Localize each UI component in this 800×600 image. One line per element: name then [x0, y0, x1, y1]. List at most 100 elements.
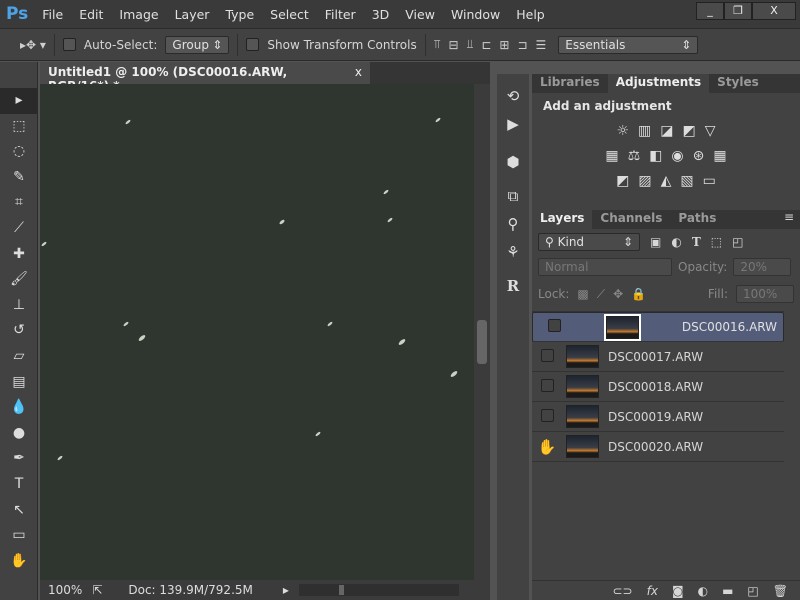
align-bottom-icon[interactable]: ⫫ — [467, 37, 474, 52]
new-adjustment-icon[interactable]: ◐ — [698, 584, 708, 598]
threshold-icon[interactable]: ◭ — [661, 173, 672, 189]
layer-name[interactable]: DSC00019.ARW — [608, 410, 703, 424]
3d-icon[interactable]: ⬢ — [497, 148, 529, 176]
tab-libraries[interactable]: Libraries — [532, 74, 608, 93]
close-window-button[interactable]: X — [752, 2, 796, 20]
layer-name[interactable]: DSC00020.ARW — [608, 440, 703, 454]
photo-filter-icon[interactable]: ◉ — [671, 148, 683, 164]
lock-image-icon[interactable]: ⟋ — [597, 287, 605, 302]
menu-help[interactable]: Help — [516, 7, 545, 22]
layer-style-fx-icon[interactable]: fx — [647, 584, 658, 598]
layer-row[interactable]: DSC00017.ARW — [532, 342, 784, 372]
fill-field[interactable]: 100% — [736, 285, 794, 303]
layer-name[interactable]: DSC00018.ARW — [608, 380, 703, 394]
lock-transparent-icon[interactable]: ▩ — [577, 287, 588, 301]
document-tab[interactable]: Untitled1 @ 100% (DSC00016.ARW, RGB/16*)… — [40, 62, 370, 93]
visibility-toggle[interactable] — [532, 378, 562, 395]
filter-kind-dropdown[interactable]: ⚲ Kind ⇕ — [538, 233, 640, 251]
levels-icon[interactable]: ▥ — [638, 123, 651, 139]
menu-type[interactable]: Type — [225, 7, 254, 22]
layer-row[interactable]: DSC00016.ARW — [532, 312, 784, 342]
lasso-tool-icon[interactable]: ◌ — [0, 139, 38, 165]
stamp-tool-icon[interactable]: ⊥ — [0, 293, 38, 319]
move-tool-icon[interactable]: ▸✥ ▾ — [20, 38, 46, 52]
auto-select-dropdown[interactable]: Group ⇕ — [165, 35, 230, 54]
menu-window[interactable]: Window — [451, 7, 500, 22]
invert-icon[interactable]: ◩ — [616, 173, 629, 189]
menu-file[interactable]: File — [42, 7, 63, 22]
tab-paths[interactable]: Paths — [670, 210, 724, 229]
align-hcenter-icon[interactable]: ⊞ — [499, 38, 509, 52]
workspace-dropdown[interactable]: Essentials ⇕ — [558, 35, 699, 54]
type-tool-icon[interactable]: T — [0, 472, 38, 498]
curves-icon[interactable]: ◪ — [660, 123, 673, 139]
align-left-icon[interactable]: ⊏ — [481, 38, 491, 52]
eraser-tool-icon[interactable]: ▱ — [0, 344, 38, 370]
filter-adjustment-icon[interactable]: ◐ — [671, 235, 681, 249]
menu-layer[interactable]: Layer — [175, 7, 210, 22]
align-right-icon[interactable]: ⊐ — [517, 38, 527, 52]
color-lookup-icon[interactable]: ▦ — [713, 148, 726, 164]
show-transform-checkbox[interactable] — [246, 38, 260, 51]
crop-tool-icon[interactable]: ⌗ — [0, 190, 38, 216]
filter-shape-icon[interactable]: ⬚ — [711, 235, 722, 249]
lock-position-icon[interactable]: ✥ — [613, 287, 623, 301]
dodge-tool-icon[interactable]: ● — [0, 421, 38, 447]
new-group-icon[interactable]: ▬ — [722, 584, 733, 598]
opacity-field[interactable]: 20% — [733, 258, 792, 276]
align-vcenter-icon[interactable]: ⊟ — [449, 38, 459, 52]
tab-layers[interactable]: Layers — [532, 210, 593, 229]
marquee-tool-icon[interactable]: ⬚ — [0, 114, 38, 140]
layer-row[interactable]: ✋ DSC00020.ARW — [532, 432, 784, 462]
healing-brush-tool-icon[interactable]: ✚ — [0, 242, 38, 268]
image-canvas[interactable] — [40, 84, 474, 580]
menu-view[interactable]: View — [405, 7, 435, 22]
properties-icon[interactable]: ⧉ — [497, 182, 529, 210]
visibility-toggle[interactable] — [539, 319, 569, 335]
layer-row[interactable]: DSC00019.ARW — [532, 402, 784, 432]
status-menu-arrow-icon[interactable]: ▸ — [283, 583, 289, 597]
menu-image[interactable]: Image — [119, 7, 158, 22]
tab-adjustments[interactable]: Adjustments — [607, 74, 710, 93]
hue-saturation-icon[interactable]: ▦ — [605, 148, 618, 164]
filter-pixel-icon[interactable]: ▣ — [650, 235, 661, 249]
path-select-tool-icon[interactable]: ↖ — [0, 498, 38, 524]
visibility-toggle[interactable] — [532, 348, 562, 365]
scroll-thumb[interactable] — [477, 320, 487, 364]
pen-tool-icon[interactable]: ✒ — [0, 446, 38, 472]
channel-mixer-icon[interactable]: ⊛ — [693, 148, 705, 164]
quick-select-tool-icon[interactable]: ✎ — [0, 165, 38, 191]
blend-mode-dropdown[interactable]: Normal — [538, 258, 672, 276]
blur-tool-icon[interactable]: 💧 — [0, 395, 38, 421]
auto-select-checkbox[interactable] — [62, 38, 76, 51]
layer-row[interactable]: DSC00018.ARW — [532, 372, 784, 402]
vibrance-icon[interactable]: ▽ — [705, 123, 716, 139]
gradient-tool-icon[interactable]: ▤ — [0, 370, 38, 396]
menu-filter[interactable]: Filter — [325, 7, 356, 22]
posterize-icon[interactable]: ▨ — [638, 173, 651, 189]
zoom-level[interactable]: 100% — [48, 583, 82, 597]
hand-tool-icon[interactable]: ✋ — [0, 549, 38, 575]
eyedropper-tool-icon[interactable]: ⟋ — [0, 216, 38, 242]
filter-smart-object-icon[interactable]: ◰ — [732, 235, 743, 249]
gradient-map-icon[interactable]: ▭ — [703, 173, 716, 189]
layer-name[interactable]: DSC00016.ARW — [682, 320, 777, 334]
new-layer-icon[interactable]: ◰ — [747, 584, 758, 598]
restore-button[interactable]: ❐ — [724, 2, 752, 20]
selective-color-icon[interactable]: ▧ — [680, 173, 693, 189]
brush-presets-icon[interactable]: ⚲ — [497, 210, 529, 238]
move-tool-icon[interactable]: ▸ — [0, 88, 38, 114]
filter-type-icon[interactable]: T — [692, 235, 701, 249]
menu-3d[interactable]: 3D — [372, 7, 390, 22]
align-top-icon[interactable]: ⫪ — [434, 37, 441, 52]
menu-edit[interactable]: Edit — [79, 7, 103, 22]
horizontal-scrollbar[interactable] — [298, 584, 459, 596]
shape-tool-icon[interactable]: ▭ — [0, 523, 38, 549]
layer-name[interactable]: DSC00017.ARW — [608, 350, 703, 364]
black-white-icon[interactable]: ◧ — [649, 148, 662, 164]
close-tab-icon[interactable]: x — [355, 65, 362, 81]
panel-menu-icon[interactable]: ≡ — [784, 210, 800, 229]
vertical-scrollbar[interactable] — [474, 84, 490, 580]
menu-select[interactable]: Select — [270, 7, 309, 22]
minimize-button[interactable]: _ — [696, 2, 724, 20]
